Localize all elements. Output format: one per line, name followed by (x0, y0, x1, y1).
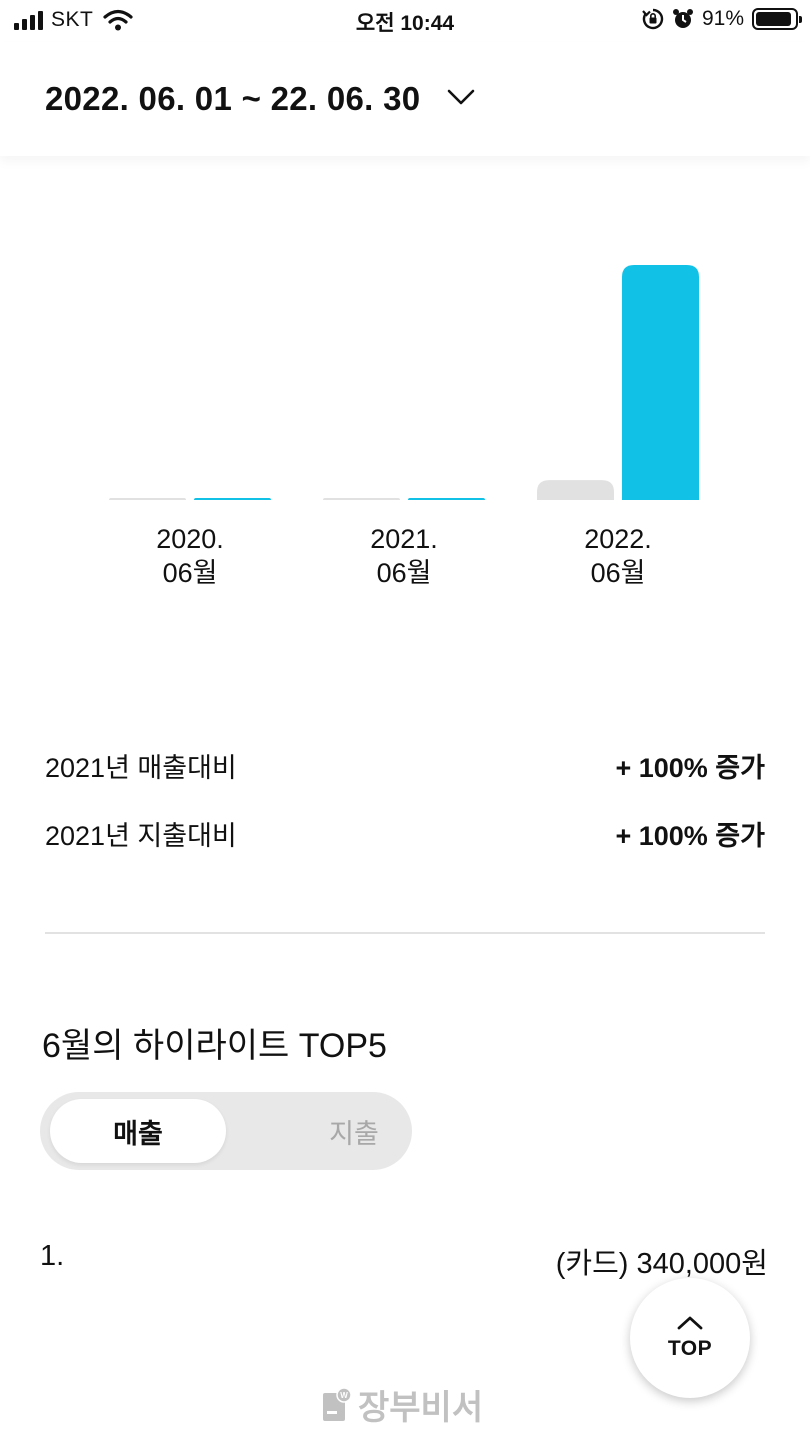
logo-text: 장부비서 (358, 1389, 484, 1427)
x-tick-label: 2022. 06월 (584, 524, 652, 588)
sales-comparison-value: + 100% 증가 (615, 753, 765, 783)
expense-comparison-value: + 100% 증가 (615, 821, 765, 851)
x-tick-label: 2021. 06월 (370, 524, 438, 588)
expense-comparison-row: 2021년 지출대비 + 100% 증가 (45, 814, 765, 853)
date-range-header: 2022. 06. 01 ~ 22. 06. 30 (0, 42, 810, 156)
tab-sales[interactable]: 매출 (50, 1099, 226, 1163)
sales-comparison-row: 2021년 매출대비 + 100% 증가 (45, 746, 765, 785)
bar-prev-1 (323, 498, 400, 500)
scroll-top-button[interactable]: TOP (630, 1278, 750, 1398)
battery-percent: 91% (701, 7, 744, 30)
sales-comparison-label: 2021년 매출대비 (45, 753, 237, 783)
top-button-label: TOP (667, 1337, 713, 1360)
battery-icon (752, 8, 802, 30)
expense-comparison-label: 2021년 지출대비 (45, 821, 237, 851)
bar-current-2 (622, 264, 699, 500)
status-bar: SKT 오전 10:44 91% (0, 0, 810, 42)
comparison-bar-chart: 2020. 06월 2021. 06월 2022. 06월 (0, 156, 810, 616)
highlight-title: 6월의 하이라이트 TOP5 (42, 1027, 387, 1065)
date-range-selector[interactable]: 2022. 06. 01 ~ 22. 06. 30 (45, 80, 420, 118)
bar-prev-0 (109, 498, 186, 500)
chevron-down-icon[interactable] (446, 86, 476, 108)
svg-text:W: W (340, 1391, 348, 1400)
alarm-icon (672, 9, 693, 28)
rank-value: (카드) 340,000원 (555, 1248, 768, 1280)
app-logo: W 장부비서 (322, 1380, 483, 1429)
list-item[interactable]: 1. (카드) 340,000원 (40, 1240, 768, 1282)
bar-current-0 (194, 498, 271, 500)
orientation-lock-icon (642, 8, 664, 30)
section-divider (45, 932, 765, 934)
battery-level (756, 12, 791, 26)
x-tick-label: 2020. 06월 (156, 524, 224, 588)
tab-expense[interactable]: 지출 (266, 1099, 442, 1163)
ledger-logo-icon: W (323, 1386, 352, 1421)
bar-current-1 (408, 498, 485, 500)
sales-expense-toggle: 매출 지출 (40, 1092, 412, 1170)
chevron-up-icon (677, 1316, 703, 1330)
status-right: 91% (642, 7, 802, 31)
rank-number: 1. (40, 1240, 65, 1272)
bar-prev-2 (537, 480, 614, 500)
